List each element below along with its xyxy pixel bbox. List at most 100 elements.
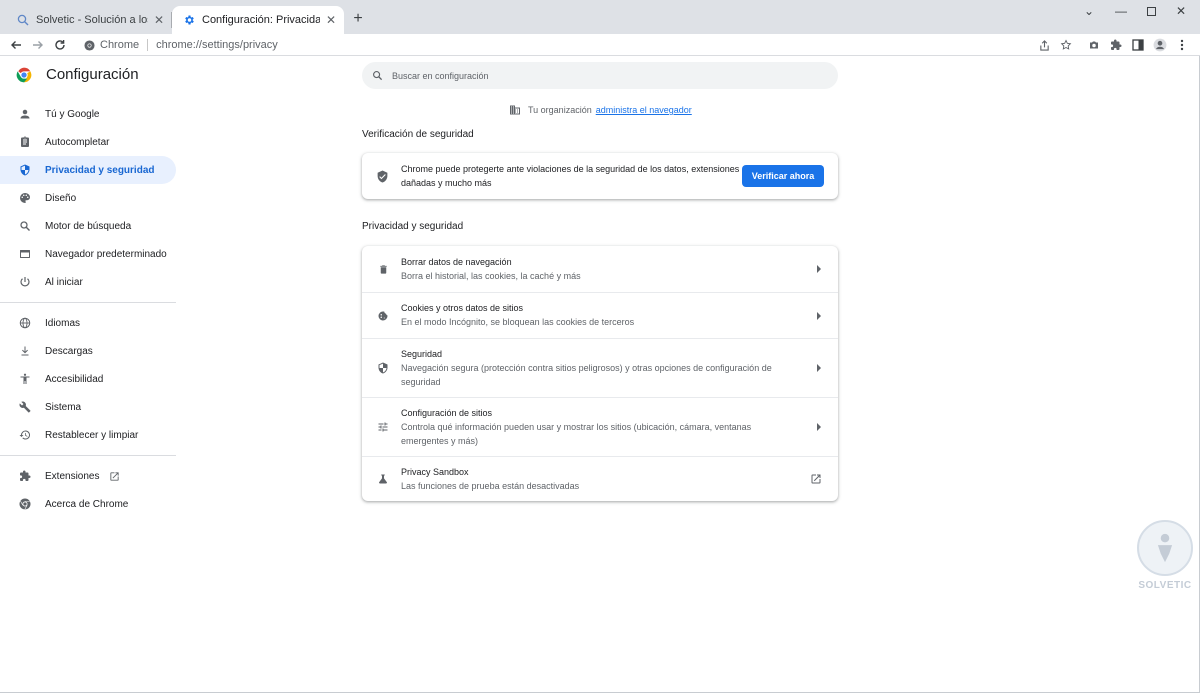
reload-icon xyxy=(55,40,65,50)
row-title: Cookies y otros datos de sitios xyxy=(401,303,524,313)
sidebar-item-descargas[interactable]: Descargas xyxy=(0,337,176,365)
camera-icon[interactable] xyxy=(1084,35,1104,55)
sidebar-item-label: Diseño xyxy=(45,192,77,204)
safety-check-card: Chrome puede protegerte ante violaciones… xyxy=(362,153,838,199)
verify-now-button[interactable]: Verificar ahora xyxy=(742,165,824,187)
managed-text: Tu organización xyxy=(528,105,592,115)
managed-link[interactable]: administra el navegador xyxy=(596,105,692,115)
close-icon[interactable]: ✕ xyxy=(152,13,166,27)
close-icon[interactable]: ✕ xyxy=(324,13,338,27)
sidebar-item-navegador-predeterminado[interactable]: Navegador predeterminado xyxy=(0,240,176,268)
search-input[interactable] xyxy=(392,70,812,81)
tab-title: Solvetic - Solución a los problem xyxy=(36,14,148,26)
url-text[interactable]: chrome://settings/privacy xyxy=(148,39,278,51)
new-tab-button[interactable]: + xyxy=(348,9,368,29)
sidebar-divider xyxy=(0,455,176,456)
arrow-left-icon xyxy=(11,41,21,49)
side-panel-icon[interactable] xyxy=(1128,35,1148,55)
wrench-icon xyxy=(18,400,32,414)
row-title: Privacy Sandbox xyxy=(401,466,469,477)
privacy-card: Borrar datos de navegación Borra el hist… xyxy=(362,246,838,501)
settings-header: Configuración xyxy=(16,66,139,83)
row-security[interactable]: Seguridad Navegación segura (protección … xyxy=(362,338,838,397)
sidebar-item-acerca-de-chrome[interactable]: Acerca de Chrome xyxy=(0,490,176,518)
row-text: Seguridad Navegación segura (protección … xyxy=(401,348,781,389)
row-title: Seguridad xyxy=(401,348,443,359)
maximize-icon[interactable] xyxy=(1134,0,1168,22)
sidebar-item-label: Al iniciar xyxy=(45,276,83,288)
address-bar[interactable]: Chrome chrome://settings/privacy xyxy=(76,35,1080,55)
accessibility-icon xyxy=(18,372,32,386)
row-clear-browsing-data[interactable]: Borrar datos de navegación Borra el hist… xyxy=(362,246,838,292)
sidebar-item-al-iniciar[interactable]: Al iniciar xyxy=(0,268,176,296)
reload-button[interactable] xyxy=(50,35,70,55)
sidebar-item-motor-busqueda[interactable]: Motor de búsqueda xyxy=(0,212,176,240)
sidebar-item-privacidad[interactable]: Privacidad y seguridad xyxy=(0,156,176,184)
row-cookies[interactable]: Cookies y otros datos de sitios En el mo… xyxy=(362,292,838,338)
sidebar-item-label: Acerca de Chrome xyxy=(45,498,129,510)
sidebar-item-idiomas[interactable]: Idiomas xyxy=(0,309,176,337)
sidebar-item-label: Navegador predeterminado xyxy=(45,248,167,260)
row-privacy-sandbox[interactable]: Privacy Sandbox Las funciones de prueba … xyxy=(362,456,838,501)
forward-button[interactable] xyxy=(28,35,48,55)
site-chip-label: Chrome xyxy=(100,39,140,51)
settings-sidebar: Tú y Google Autocompletar Privacidad y s… xyxy=(0,100,176,518)
sidebar-item-label: Tú y Google xyxy=(45,108,100,120)
sidebar-item-tu-y-google[interactable]: Tú y Google xyxy=(0,100,176,128)
profile-avatar-icon[interactable] xyxy=(1150,35,1170,55)
sidebar-item-label: Idiomas xyxy=(45,317,81,329)
open-external-icon[interactable] xyxy=(810,473,822,485)
sidebar-item-autocompletar[interactable]: Autocompletar xyxy=(0,128,176,156)
person-icon xyxy=(18,107,32,121)
palette-icon xyxy=(18,191,32,205)
site-chip[interactable]: Chrome xyxy=(76,39,149,51)
sidebar-item-diseno[interactable]: Diseño xyxy=(0,184,176,212)
chevron-down-icon[interactable]: ⌄ xyxy=(1072,0,1106,22)
trash-icon xyxy=(376,262,390,276)
sidebar-item-label: Restablecer y limpiar xyxy=(45,429,139,441)
safety-check-description: Chrome puede protegerte ante violaciones… xyxy=(401,164,740,188)
open-external-icon xyxy=(109,471,120,482)
sidebar-item-accesibilidad[interactable]: Accesibilidad xyxy=(0,365,176,393)
minimize-icon[interactable]: — xyxy=(1104,0,1138,22)
bookmark-star-icon[interactable] xyxy=(1056,35,1076,55)
sidebar-item-label: Descargas xyxy=(45,345,93,357)
row-text: Privacy Sandbox Las funciones de prueba … xyxy=(401,466,781,493)
sidebar-item-restablecer[interactable]: Restablecer y limpiar xyxy=(0,421,176,449)
settings-search[interactable] xyxy=(362,62,838,89)
chrome-logo-icon xyxy=(16,67,32,82)
row-subtitle: Controla qué información pueden usar y m… xyxy=(401,421,752,446)
tab-solvetic[interactable]: Solvetic - Solución a los problem ✕ xyxy=(2,6,172,34)
row-text: Borrar datos de navegación Borra el hist… xyxy=(401,256,781,283)
arrow-right-icon xyxy=(816,311,822,320)
gear-icon xyxy=(182,13,196,27)
more-menu-icon[interactable] xyxy=(1172,35,1192,55)
row-subtitle: Las funciones de prueba están desactivad… xyxy=(401,480,580,491)
row-title: Borrar datos de navegación xyxy=(401,256,512,267)
sidebar-item-label: Motor de búsqueda xyxy=(45,220,132,232)
power-icon xyxy=(18,275,32,289)
sidebar-item-extensiones[interactable]: Extensiones xyxy=(0,462,176,490)
row-title: Configuración de sitios xyxy=(401,407,493,418)
extensions-puzzle-icon[interactable] xyxy=(1106,35,1126,55)
section-title-privacy: Privacidad y seguridad xyxy=(362,221,464,232)
chrome-logo-icon xyxy=(84,39,95,51)
tab-strip: Solvetic - Solución a los problem ✕ Conf… xyxy=(0,0,1200,34)
sidebar-item-label: Extensiones xyxy=(45,470,100,482)
tab-settings[interactable]: Configuración: Privacidad y segu ✕ xyxy=(172,6,344,34)
search-icon xyxy=(373,71,383,81)
tab-title: Configuración: Privacidad y segu xyxy=(202,14,320,26)
cookie-icon xyxy=(376,309,390,323)
back-button[interactable] xyxy=(6,35,26,55)
share-icon[interactable] xyxy=(1034,35,1054,55)
clipboard-icon xyxy=(18,135,32,149)
sidebar-item-label: Privacidad y seguridad xyxy=(45,164,155,176)
globe-icon xyxy=(18,316,32,330)
row-subtitle: Borra el historial, las cookies, la cach… xyxy=(401,270,581,281)
section-title-safety: Verificación de seguridad xyxy=(362,129,474,140)
row-text: Configuración de sitios Controla qué inf… xyxy=(401,407,781,448)
sidebar-item-sistema[interactable]: Sistema xyxy=(0,393,176,421)
row-site-settings[interactable]: Configuración de sitios Controla qué inf… xyxy=(362,397,838,456)
solvetic-watermark-logo xyxy=(1137,520,1193,576)
window-close-icon[interactable]: ✕ xyxy=(1164,0,1198,22)
